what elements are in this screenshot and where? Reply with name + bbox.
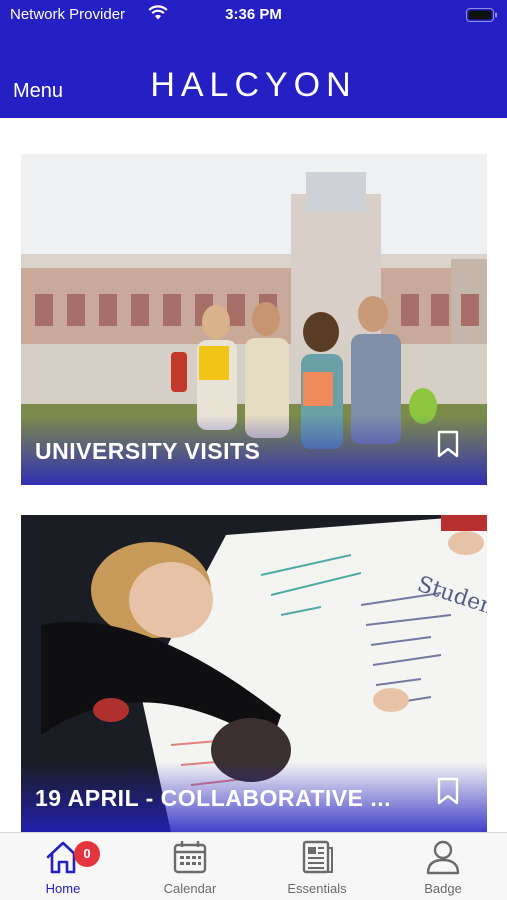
tab-essentials[interactable]: Essentials bbox=[267, 839, 367, 897]
tab-bar: 0 Home Calendar Essentials Badge bbox=[0, 832, 507, 900]
tab-label: Home bbox=[45, 881, 81, 896]
tab-label: Badge bbox=[424, 881, 462, 896]
tab-calendar[interactable]: Calendar bbox=[140, 839, 240, 897]
notification-badge: 0 bbox=[74, 841, 100, 867]
status-time: 3:36 PM bbox=[225, 6, 282, 23]
tab-home[interactable]: 0 Home bbox=[13, 839, 113, 897]
tab-badge[interactable]: Badge bbox=[393, 839, 493, 897]
feed-card-collaborative[interactable]: Studen 19 APRIL - COLLABORATIVE ... bbox=[21, 515, 487, 832]
tab-label: Essentials bbox=[287, 881, 347, 896]
bookmark-icon[interactable] bbox=[437, 430, 459, 463]
bookmark-icon[interactable] bbox=[437, 777, 459, 810]
brand-logo: HALCYON bbox=[150, 66, 357, 104]
calendar-icon bbox=[173, 841, 207, 874]
essentials-icon bbox=[302, 840, 333, 874]
tab-label: Calendar bbox=[163, 881, 217, 896]
news-feed[interactable]: UNIVERSITY VISITS Studen 19 APRIL - COLL… bbox=[0, 118, 507, 832]
card-title: 19 APRIL - COLLABORATIVE ... bbox=[35, 785, 392, 811]
person-icon bbox=[426, 840, 460, 875]
card-title: UNIVERSITY VISITS bbox=[35, 438, 261, 464]
status-bar: Network Provider 3:36 PM bbox=[0, 0, 507, 30]
feed-card-university-visits[interactable]: UNIVERSITY VISITS bbox=[21, 154, 487, 485]
battery-icon bbox=[466, 8, 498, 26]
app-header: Network Provider 3:36 PM Menu HALCYON bbox=[0, 0, 507, 118]
